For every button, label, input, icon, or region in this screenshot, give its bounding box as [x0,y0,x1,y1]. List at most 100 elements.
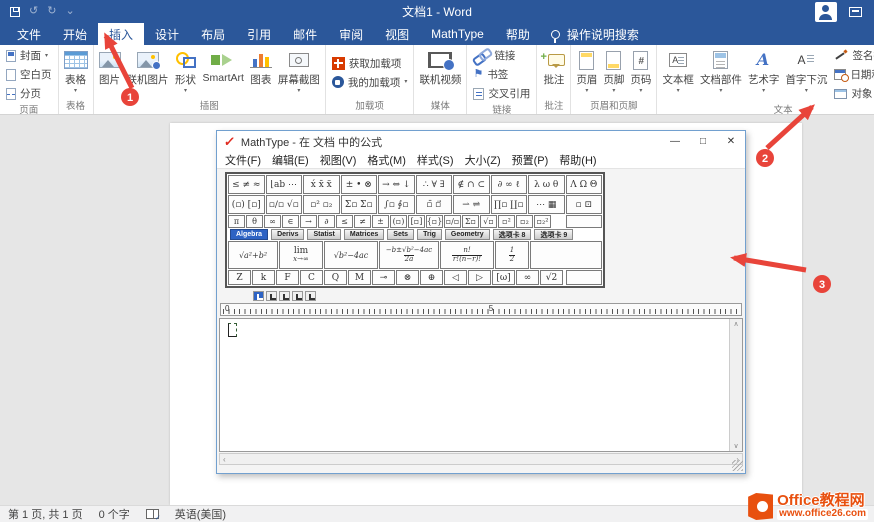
small-symbol-button[interactable]: ≠ [354,215,371,228]
ribbon-tab[interactable]: 开始 [52,23,98,45]
drop-cap-button[interactable]: 首字下沉▾ [782,47,830,102]
redo-icon[interactable]: ↻ [47,6,56,17]
small-symbol-button[interactable]: ± [372,215,389,228]
template-palette-button[interactable]: ∏▫ ∐▫ [491,195,528,214]
symbol-palette-button[interactable]: ± • ⊗ [341,175,378,194]
online-video-button[interactable]: 联机视频 [416,47,464,98]
letter-symbol-button[interactable]: F [276,270,299,285]
menu-item[interactable]: 视图(V) [320,152,357,168]
symbol-palette-button[interactable]: ∴ ∀ ∃ [416,175,453,194]
ribbon-tab[interactable]: 引用 [236,23,282,45]
small-symbol-button[interactable]: π [228,215,245,228]
template-combination[interactable]: n!r!(n−r)! [440,241,494,269]
vertical-scrollbar[interactable]: ∧∨ [729,319,742,451]
maximize-icon[interactable]: □ [689,131,717,152]
mathtype-tab[interactable]: 选项卡 9 [534,229,573,240]
letter-symbol-button[interactable]: ∞ [516,270,539,285]
ribbon-tab[interactable]: 插入 [98,23,144,45]
text-box-button[interactable]: 文本框▾ [659,47,697,102]
word-count-status[interactable]: 0 个字 [99,506,130,522]
template-palette-button[interactable]: (▫) [▫] [228,195,265,214]
equation-editing-area[interactable]: ∧∨ [219,318,743,452]
cross-reference-button[interactable]: 交叉引用 [471,85,532,102]
mathtype-tab[interactable]: Matrices [344,229,384,240]
save-icon[interactable] [10,7,20,17]
template-sqrt-discriminant[interactable]: √b²−4ac [324,241,378,269]
tab-stop-button[interactable] [305,291,316,301]
link-button[interactable]: 链接 [471,47,532,64]
letter-symbol-button[interactable]: ⊸ [372,270,395,285]
ribbon-tab[interactable]: 帮助 [495,23,541,45]
template-palette-button[interactable]: ▫̄ ▫⃗ [416,195,453,214]
mathtype-tab[interactable]: Derivs [271,229,304,240]
page-count-status[interactable]: 第 1 页, 共 1 页 [8,506,83,522]
smartart-button[interactable]: SmartArt [200,47,247,98]
minimize-icon[interactable]: — [661,131,689,152]
small-symbol-button[interactable]: ∞ [264,215,281,228]
ribbon-tab[interactable]: MathType [420,23,495,45]
mathtype-title-bar[interactable]: MathType - 在 文档 中的公式 — □ ✕ [217,131,745,152]
template-palette-button[interactable]: ⇀ ⇌ [453,195,490,214]
menu-item[interactable]: 预置(P) [512,152,549,168]
symbol-palette-button[interactable]: ⌊ab ⋯ [266,175,303,194]
qat-dropdown-icon[interactable]: ⌄ [65,6,74,17]
tab-stop-button[interactable] [266,291,277,301]
mathtype-tab[interactable]: Trig [417,229,442,240]
mathtype-tab[interactable]: Statist [307,229,340,240]
proofing-status-icon[interactable] [146,509,159,519]
small-symbol-button[interactable]: ∂ [318,215,335,228]
template-palette-button[interactable]: Σ▫ Σ▫ [341,195,378,214]
symbol-palette-button[interactable]: ≤ ≠ ≈ [228,175,265,194]
letter-symbol-button[interactable]: ⊗ [396,270,419,285]
mathtype-tab[interactable]: Algebra [230,229,268,240]
tab-stop-left-button[interactable] [253,291,264,301]
small-symbol-button[interactable]: Σ▫ [462,215,479,228]
small-symbol-button[interactable]: ▫₂ [516,215,533,228]
symbol-palette-button[interactable]: x́ x̄ x̃ [303,175,340,194]
language-status[interactable]: 英语(美国) [175,506,226,522]
mathtype-tab[interactable]: Sets [387,229,414,240]
tell-me-search[interactable]: 操作说明搜索 [541,23,649,45]
small-symbol-button[interactable]: {▫} [426,215,443,228]
account-avatar[interactable] [815,2,837,22]
letter-symbol-button[interactable]: Q [324,270,347,285]
ribbon-tab[interactable]: 视图 [374,23,420,45]
horizontal-scrollbar[interactable]: ‹› [219,453,743,465]
blank-page-button[interactable]: 空白页 [4,66,54,83]
symbol-palette-button[interactable]: ∉ ∩ ⊂ [453,175,490,194]
screenshot-button[interactable]: 屏幕截图▾ [275,47,323,98]
footer-button[interactable]: 页脚▾ [600,47,627,98]
mathtype-tab[interactable]: Geometry [445,229,490,240]
ribbon-tab[interactable]: 布局 [190,23,236,45]
quick-parts-button[interactable]: 文档部件▾ [697,47,745,102]
undo-icon[interactable]: ↺ [29,6,38,17]
shapes-button[interactable]: 形状▾ [172,47,200,98]
symbol-palette-button[interactable]: Λ Ω Θ [566,175,603,194]
letter-symbol-button[interactable]: C [300,270,323,285]
ribbon-tab[interactable]: 邮件 [282,23,328,45]
online-pictures-button[interactable]: 联机图片 [124,47,172,98]
symbol-palette-button[interactable]: → ⇔ ↓ [378,175,415,194]
my-addins-button[interactable]: 我的加载项▾ [330,74,410,91]
small-symbol-button[interactable]: ▫₂² [534,215,551,228]
comment-button[interactable]: 批注 [539,47,568,98]
menu-item[interactable]: 样式(S) [417,152,454,168]
menu-item[interactable]: 格式(M) [367,152,406,168]
template-sqrt-a2b2[interactable]: √a²+b² [228,241,278,269]
ruler[interactable]: 0 5 [220,303,742,316]
close-icon[interactable]: ✕ [717,131,745,152]
ribbon-display-options-icon[interactable] [849,7,862,17]
page-number-button[interactable]: 页码▾ [627,47,654,98]
object-button[interactable]: 对象▾ [832,85,874,102]
ribbon-tab[interactable]: 文件 [6,23,52,45]
letter-symbol-button[interactable]: [ω] [492,270,515,285]
letter-symbol-button[interactable]: M [348,270,371,285]
letter-symbol-button[interactable]: √2 [540,270,563,285]
small-symbol-button[interactable]: [▫] [408,215,425,228]
small-symbol-button[interactable]: ≤ [336,215,353,228]
tab-stop-button[interactable] [279,291,290,301]
cover-page-button[interactable]: 封面▾ [4,47,54,64]
small-symbol-button[interactable]: √▫ [480,215,497,228]
bookmark-button[interactable]: ⚑ 书签 [471,66,532,83]
symbol-palette-button[interactable]: ∂ ∞ ℓ [491,175,528,194]
